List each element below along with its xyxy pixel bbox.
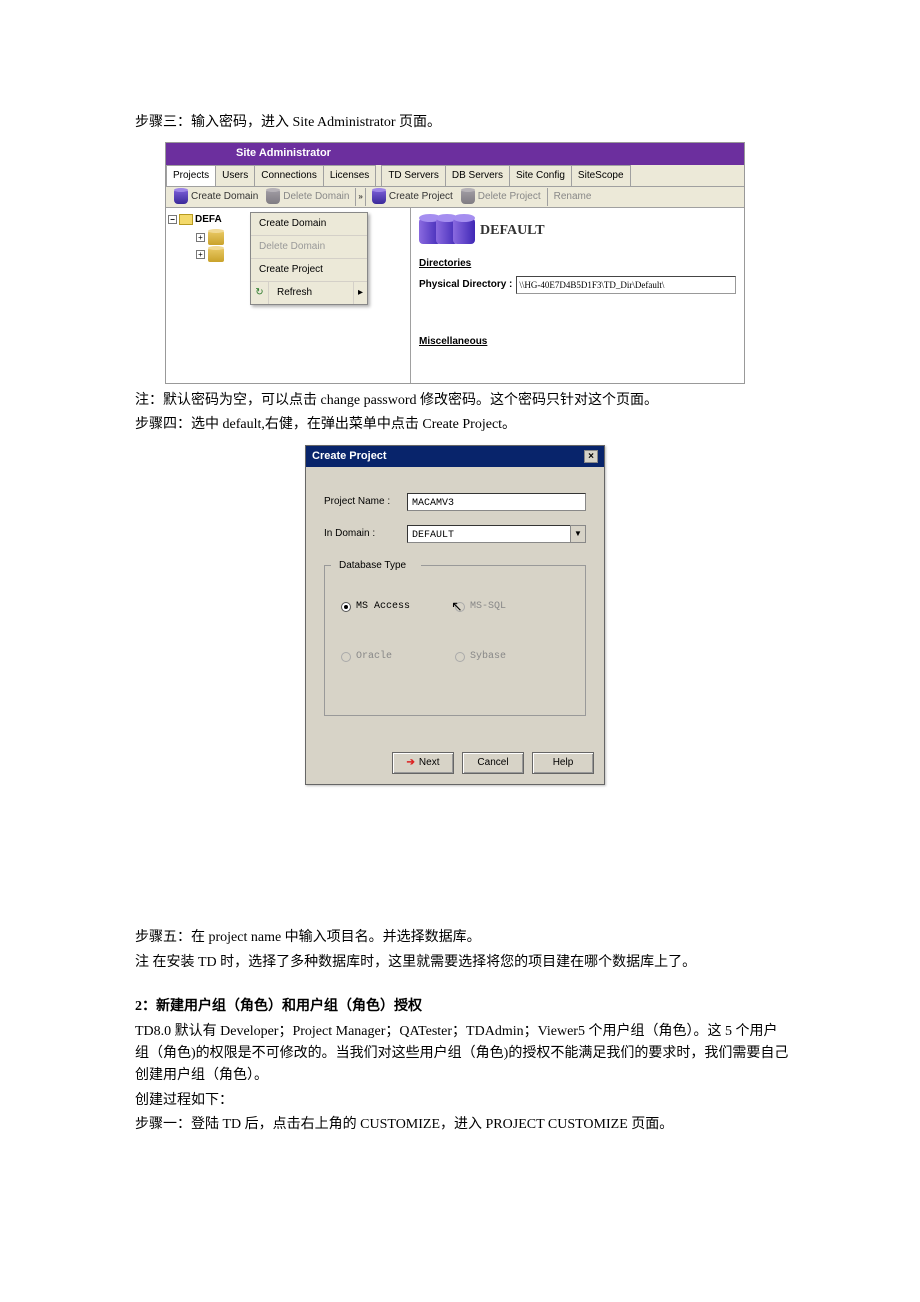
project-icon: [372, 190, 386, 204]
context-menu: Create Domain Delete Domain Create Proje…: [250, 212, 368, 305]
tool-create-project[interactable]: Create Project: [368, 188, 457, 206]
dialog-title-bar: Create Project ×: [306, 446, 604, 468]
domain-icon: [174, 190, 188, 204]
tab-db-servers[interactable]: DB Servers: [445, 165, 510, 186]
detail-heading: DEFAULT: [480, 220, 545, 242]
step5: 步骤五：在 project name 中输入项目名。并选择数据库。: [135, 927, 790, 949]
project-icon: [461, 190, 475, 204]
dialog-title: Create Project: [312, 448, 387, 466]
next-button[interactable]: ➔Next: [392, 752, 454, 774]
note1: 注：默认密码为空，可以点击 change password 修改密码。这个密码只…: [135, 390, 790, 412]
tool-delete-domain[interactable]: Delete Domain: [262, 188, 353, 206]
cancel-button[interactable]: Cancel: [462, 752, 524, 774]
collapse-icon[interactable]: −: [168, 215, 177, 224]
section2-title: 2：新建用户组（角色）和用户组（角色）授权: [135, 996, 790, 1018]
divider: [355, 188, 356, 206]
detail-panel: DEFAULT Directories Physical Directory :…: [411, 208, 744, 383]
in-domain-label: In Domain :: [324, 526, 399, 542]
database-type-legend: Database Type: [335, 558, 410, 574]
radio-ms-access[interactable]: MS Access: [341, 599, 455, 615]
section2-p3: 步骤一：登陆 TD 后，点击右上角的 CUSTOMIZE，进入 PROJECT …: [135, 1114, 790, 1136]
db-icon: [208, 248, 224, 262]
note2: 注 在安装 TD 时，选择了多种数据库时，这里就需要选择将您的项目建在哪个数据库…: [135, 952, 790, 974]
section2-p1: TD8.0 默认有 Developer；Project Manager；QATe…: [135, 1021, 790, 1088]
project-name-label: Project Name :: [324, 494, 399, 510]
submenu-arrow-icon[interactable]: ▸: [353, 282, 367, 304]
tree-panel: − DEFA + + Create Domain Delete Domain C…: [166, 208, 411, 383]
toolbar-left: Create Domain Delete Domain » Create Pro…: [166, 187, 744, 208]
radio-icon: [455, 652, 465, 662]
project-name-input[interactable]: MACAMV3: [407, 493, 586, 511]
expand-icon[interactable]: +: [196, 250, 205, 259]
cursor-icon: ↖: [451, 595, 463, 617]
tab-projects[interactable]: Projects: [166, 165, 216, 186]
folder-icon: [179, 214, 193, 225]
tab-bar: Projects Users Connections Licenses TD S…: [166, 165, 744, 187]
tab-connections[interactable]: Connections: [254, 165, 324, 186]
ctx-refresh[interactable]: Refresh: [269, 282, 353, 304]
radio-icon: [341, 652, 351, 662]
domain-icon: [266, 190, 280, 204]
section-directories: Directories: [419, 256, 736, 272]
divider: [547, 188, 548, 206]
tree-root-label: DEFA: [195, 212, 222, 228]
default-icon: [419, 218, 470, 244]
db-icon: [208, 231, 224, 245]
tool-delete-project[interactable]: Delete Project: [457, 188, 545, 206]
tool-rename[interactable]: Rename: [550, 188, 596, 206]
step3: 步骤三：输入密码，进入 Site Administrator 页面。: [135, 112, 790, 134]
step4: 步骤四：选中 default,右健，在弹出菜单中点击 Create Projec…: [135, 414, 790, 436]
ctx-create-domain[interactable]: Create Domain: [251, 213, 367, 236]
tab-licenses[interactable]: Licenses: [323, 165, 376, 186]
in-domain-select[interactable]: DEFAULT: [407, 525, 570, 543]
tab-td-servers[interactable]: TD Servers: [381, 165, 446, 186]
section2-p2: 创建过程如下：: [135, 1090, 790, 1112]
ctx-create-project[interactable]: Create Project: [251, 259, 367, 282]
tool-create-domain[interactable]: Create Domain: [170, 188, 262, 206]
phys-dir-label: Physical Directory :: [419, 277, 512, 293]
radio-icon: [341, 602, 351, 612]
divider: [365, 188, 366, 206]
section-misc: Miscellaneous: [419, 334, 736, 350]
refresh-icon: ↻: [251, 282, 269, 304]
arrow-right-icon: ➔: [407, 755, 415, 771]
close-button[interactable]: ×: [584, 450, 598, 463]
site-admin-window: Site Administrator Projects Users Connec…: [165, 142, 745, 384]
help-button[interactable]: Help: [532, 752, 594, 774]
tab-sitescope[interactable]: SiteScope: [571, 165, 631, 186]
chevron-down-icon[interactable]: ▼: [570, 525, 586, 543]
radio-ms-sql: MS-SQL: [455, 599, 569, 615]
tab-users[interactable]: Users: [215, 165, 255, 186]
database-type-group: Database Type ↖ MS Access MS-SQL Oracle: [324, 565, 586, 716]
tab-site-config[interactable]: Site Config: [509, 165, 572, 186]
create-project-dialog: Create Project × Project Name : MACAMV3 …: [305, 445, 605, 786]
radio-sybase: Sybase: [455, 649, 569, 665]
expand-icon[interactable]: +: [196, 233, 205, 242]
phys-dir-value[interactable]: \\HG-40E7D4B5D1F3\TD_Dir\Default\: [516, 276, 736, 294]
window-title: Site Administrator: [166, 143, 744, 165]
radio-oracle: Oracle: [341, 649, 455, 665]
ctx-delete-domain: Delete Domain: [251, 236, 367, 259]
